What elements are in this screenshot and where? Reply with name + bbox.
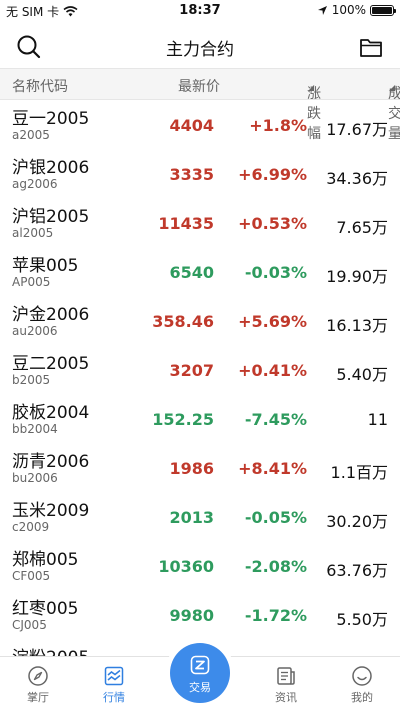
table-row[interactable]: 郑棉005 CF005 10360 -2.08% 63.76万 xyxy=(0,541,400,590)
contract-code: c2009 xyxy=(12,520,50,534)
change-percent: +5.69% xyxy=(238,312,307,331)
latest-price: 3207 xyxy=(169,361,214,380)
latest-price: 2013 xyxy=(169,508,214,527)
change-percent: +6.99% xyxy=(238,165,307,184)
volume: 1.1百万 xyxy=(330,463,388,482)
tab-market[interactable]: 行情 xyxy=(84,657,144,710)
table-row[interactable]: 沪银2006 ag2006 3335 +6.99% 34.36万 xyxy=(0,149,400,198)
volume: 34.36万 xyxy=(326,169,388,188)
sort-triangle-icon: ◢ xyxy=(389,83,396,92)
contract-name: 玉米2009 xyxy=(12,501,90,521)
change-percent: +1.8% xyxy=(249,116,307,135)
contract-code: al2005 xyxy=(12,226,54,240)
tab-trade[interactable]: 交易 xyxy=(170,643,230,703)
tab-hall[interactable]: 掌厅 xyxy=(8,657,68,710)
tab-hall-label: 掌厅 xyxy=(27,691,49,704)
profile-icon xyxy=(352,666,372,686)
volume: 17.67万 xyxy=(326,120,388,139)
tab-profile-label: 我的 xyxy=(351,691,373,704)
contract-code: ag2006 xyxy=(12,177,58,191)
contract-code: bu2006 xyxy=(12,471,58,485)
volume: 5.40万 xyxy=(336,365,388,384)
tab-news[interactable]: 资讯 xyxy=(256,657,316,710)
tab-market-label: 行情 xyxy=(103,691,125,704)
news-icon xyxy=(277,667,295,685)
chart-icon xyxy=(104,666,124,686)
contract-code: b2005 xyxy=(12,373,51,387)
sort-triangle-icon: ◢ xyxy=(308,83,315,92)
contract-name: 沪金2006 xyxy=(12,305,90,325)
contract-code: a2005 xyxy=(12,128,50,142)
latest-price: 4404 xyxy=(169,116,214,135)
latest-price: 3335 xyxy=(169,165,214,184)
page-title: 主力合约 xyxy=(166,40,234,60)
change-percent: -2.08% xyxy=(244,557,307,576)
latest-price: 152.25 xyxy=(152,410,214,429)
change-percent: +0.41% xyxy=(238,361,307,380)
trade-icon xyxy=(190,655,210,675)
change-percent: -0.05% xyxy=(244,508,307,527)
table-row[interactable]: 豆一2005 a2005 4404 +1.8% 17.67万 xyxy=(0,100,400,149)
volume: 11 xyxy=(367,410,388,429)
table-header: 名称代码 最新价 涨跌幅 ◢ 成交量 ◢ xyxy=(0,68,400,142)
contract-name: 豆二2005 xyxy=(12,354,90,374)
latest-price: 1986 xyxy=(169,459,214,478)
tab-news-label: 资讯 xyxy=(275,691,297,704)
volume: 16.13万 xyxy=(326,316,388,335)
status-bar: 无 SIM 卡 18:37 100% xyxy=(0,0,400,22)
contract-name: 沪铝2005 xyxy=(12,207,90,227)
volume: 63.76万 xyxy=(326,561,388,580)
battery-percent: 100% xyxy=(331,3,366,17)
nav-bar: 主力合约 xyxy=(0,22,400,68)
volume: 19.90万 xyxy=(326,267,388,286)
volume: 5.50万 xyxy=(336,610,388,629)
column-header-price[interactable]: 最新价 xyxy=(178,76,220,96)
contract-name: 淀粉2005 xyxy=(12,643,89,656)
change-percent: +8.41% xyxy=(238,459,307,478)
table-row[interactable]: 沪金2006 au2006 358.46 +5.69% 16.13万 xyxy=(0,296,400,345)
folder-icon[interactable] xyxy=(358,34,384,60)
tab-trade-label: 交易 xyxy=(189,681,211,694)
tab-profile[interactable]: 我的 xyxy=(332,657,392,710)
battery-level xyxy=(372,6,392,14)
table-row[interactable]: 沪铝2005 al2005 11435 +0.53% 7.65万 xyxy=(0,198,400,247)
latest-price: 6540 xyxy=(169,263,214,282)
table-row[interactable]: 豆二2005 b2005 3207 +0.41% 5.40万 xyxy=(0,345,400,394)
change-percent: -0.03% xyxy=(244,263,307,282)
status-right: 100% xyxy=(317,3,396,17)
contract-name: 郑棉005 xyxy=(12,550,79,570)
contract-name: 沪银2006 xyxy=(12,158,90,178)
contract-code: bb2004 xyxy=(12,422,58,436)
contract-name: 沥青2006 xyxy=(12,452,90,472)
contract-code: au2006 xyxy=(12,324,58,338)
change-percent: -7.45% xyxy=(244,410,307,429)
latest-price: 358.46 xyxy=(152,312,214,331)
contract-name: 红枣005 xyxy=(12,599,79,619)
latest-price: 10360 xyxy=(158,557,214,576)
column-header-name: 名称代码 xyxy=(12,79,68,95)
contract-code: CF005 xyxy=(12,569,51,583)
latest-price: 9980 xyxy=(169,606,214,625)
battery-icon xyxy=(370,4,396,16)
table-row[interactable]: 苹果005 AP005 6540 -0.03% 19.90万 xyxy=(0,247,400,296)
table-row[interactable]: 胶板2004 bb2004 152.25 -7.45% 11 xyxy=(0,394,400,443)
contract-code: AP005 xyxy=(12,275,51,289)
contract-name: 胶板2004 xyxy=(12,403,90,423)
contract-code: CJ005 xyxy=(12,618,47,632)
contract-name: 苹果005 xyxy=(12,256,79,276)
change-percent: -1.72% xyxy=(244,606,307,625)
latest-price: 11435 xyxy=(158,214,214,233)
volume: 30.20万 xyxy=(326,512,388,531)
contract-name: 豆一2005 xyxy=(12,109,90,129)
compass-icon xyxy=(28,666,48,686)
change-percent: +0.53% xyxy=(238,214,307,233)
table-row[interactable]: 沥青2006 bu2006 1986 +8.41% 1.1百万 xyxy=(0,443,400,492)
location-arrow-icon xyxy=(317,5,327,15)
table-row[interactable]: 红枣005 CJ005 9980 -1.72% 5.50万 xyxy=(0,590,400,639)
volume: 7.65万 xyxy=(336,218,388,237)
contract-list: 豆一2005 a2005 4404 +1.8% 17.67万沪银2006 ag2006 33… xyxy=(0,100,400,656)
table-row[interactable]: 玉米2009 c2009 2013 -0.05% 30.20万 xyxy=(0,492,400,541)
